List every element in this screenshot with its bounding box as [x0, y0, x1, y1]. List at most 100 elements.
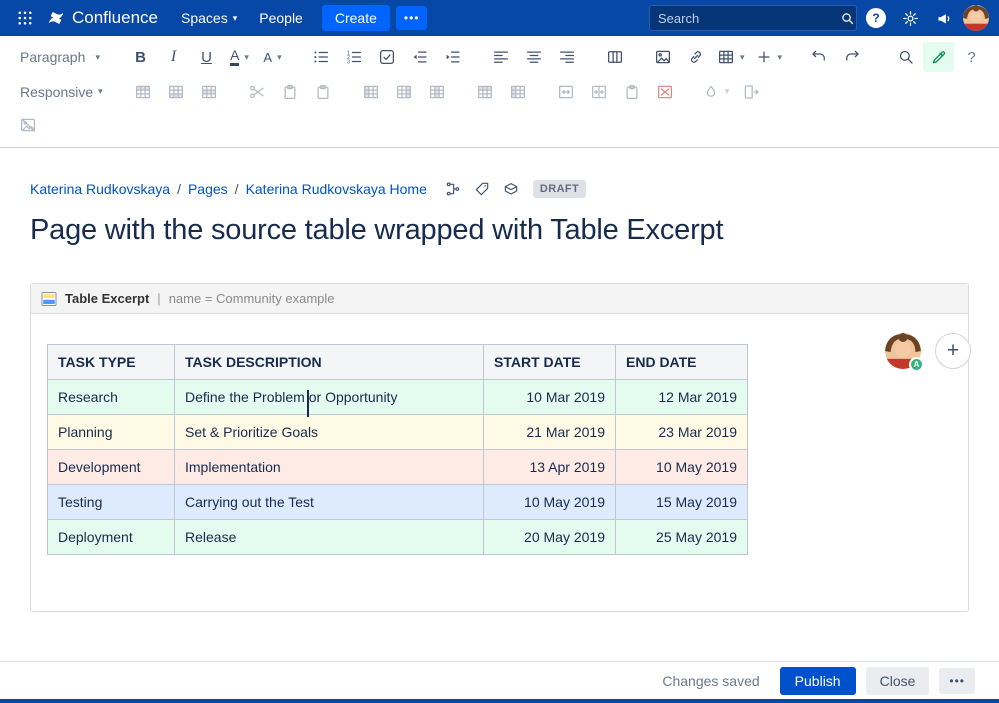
table-excerpt-macro[interactable]: Table Excerpt | name = Community example…: [30, 283, 969, 612]
table-cell[interactable]: 25 May 2019: [616, 520, 748, 555]
more-formatting-icon: A: [263, 51, 272, 64]
table-cell[interactable]: 23 Mar 2019: [616, 415, 748, 450]
align-center-button[interactable]: [518, 42, 549, 72]
app-switcher-button[interactable]: [10, 4, 40, 32]
table-cell[interactable]: 10 May 2019: [616, 450, 748, 485]
table-toolbar: Responsive▾▾: [12, 75, 987, 108]
chevron-down-icon: ▾: [277, 53, 282, 62]
search-input[interactable]: [658, 11, 834, 26]
user-avatar[interactable]: [963, 5, 989, 31]
table-cell[interactable]: 20 May 2019: [484, 520, 616, 555]
column-header[interactable]: START DATE: [484, 345, 616, 380]
help-icon: ?: [866, 8, 886, 28]
search-box[interactable]: [649, 5, 857, 31]
bold-button[interactable]: B: [125, 42, 156, 72]
breadcrumb-space[interactable]: Katerina Rudkovskaya: [30, 181, 170, 197]
task-list-button[interactable]: [371, 42, 402, 72]
more-formatting-button[interactable]: A▾: [257, 42, 288, 72]
breadcrumb-separator: /: [235, 181, 239, 197]
numbered-list-icon: 123: [345, 48, 363, 66]
table-cell[interactable]: 12 Mar 2019: [616, 380, 748, 415]
redo-button[interactable]: [836, 42, 867, 72]
table-cell[interactable]: Research: [48, 380, 175, 415]
insert-files-button[interactable]: [647, 42, 678, 72]
numbered-list-button[interactable]: 123: [338, 42, 369, 72]
table-cell[interactable]: Set & Prioritize Goals: [175, 415, 484, 450]
cut-row-button: [242, 77, 273, 107]
settings-button[interactable]: [895, 4, 925, 32]
insert-link-button[interactable]: [680, 42, 711, 72]
page-layout-button[interactable]: [599, 42, 630, 72]
create-button[interactable]: Create: [322, 5, 390, 31]
table-cell[interactable]: Carrying out the Test: [175, 485, 484, 520]
editor-assist-button[interactable]: [923, 42, 954, 72]
align-right-button[interactable]: [551, 42, 582, 72]
undo-button[interactable]: [803, 42, 834, 72]
macro-body: TASK TYPETASK DESCRIPTIONSTART DATEEND D…: [31, 314, 968, 611]
footer-more-button[interactable]: •••: [939, 668, 975, 694]
breadcrumb-pages[interactable]: Pages: [188, 181, 228, 197]
table-cell[interactable]: Release: [175, 520, 484, 555]
table-row: PlanningSet & Prioritize Goals21 Mar 201…: [48, 415, 748, 450]
macro-table-icon: [41, 291, 57, 307]
page-title[interactable]: Page with the source table wrapped with …: [30, 214, 969, 247]
close-button[interactable]: Close: [866, 667, 930, 695]
undo-icon: [810, 48, 828, 66]
nav-spaces[interactable]: Spaces ▾: [172, 5, 246, 31]
insert-link-icon: [687, 48, 705, 66]
table-row: DevelopmentImplementation13 Apr 201910 M…: [48, 450, 748, 485]
column-header[interactable]: TASK TYPE: [48, 345, 175, 380]
table-cell[interactable]: 15 May 2019: [616, 485, 748, 520]
breadcrumb-home[interactable]: Katerina Rudkovskaya Home: [246, 181, 427, 197]
column-header[interactable]: END DATE: [616, 345, 748, 380]
breadcrumb-separator: /: [177, 181, 181, 197]
insert-table-button[interactable]: ▾: [713, 42, 749, 72]
macro-header[interactable]: Table Excerpt | name = Community example: [31, 284, 968, 314]
help-button[interactable]: ?: [861, 4, 891, 32]
image-properties-icon: [19, 116, 37, 134]
table-display-label: Responsive: [20, 84, 93, 100]
bullet-list-button[interactable]: [305, 42, 336, 72]
table-cell[interactable]: 10 Mar 2019: [484, 380, 616, 415]
table-display-dropdown[interactable]: Responsive▾: [12, 77, 111, 107]
page-tree-button[interactable]: [443, 179, 463, 199]
table-cell[interactable]: 10 May 2019: [484, 485, 616, 520]
merge-cells-icon: [557, 83, 575, 101]
text-style-dropdown[interactable]: Paragraph▾: [12, 42, 108, 72]
copy-table-button: [617, 77, 648, 107]
publish-button[interactable]: Publish: [780, 667, 856, 695]
table-cell[interactable]: Testing: [48, 485, 175, 520]
table-cell[interactable]: Deployment: [48, 520, 175, 555]
text-color-button[interactable]: A▾: [224, 42, 255, 72]
delete-row-button: [194, 77, 225, 107]
align-left-button[interactable]: [485, 42, 516, 72]
table-cell[interactable]: 13 Apr 2019: [484, 450, 616, 485]
confluence-logo[interactable]: Confluence: [44, 8, 168, 28]
underline-button[interactable]: U: [191, 42, 222, 72]
outdent-button[interactable]: [404, 42, 435, 72]
table-cell[interactable]: 21 Mar 2019: [484, 415, 616, 450]
editor-help-button[interactable]: ?: [956, 42, 987, 72]
table-row: TestingCarrying out the Test10 May 20191…: [48, 485, 748, 520]
insert-more-icon: [755, 48, 773, 66]
italic-button[interactable]: I: [158, 42, 189, 72]
column-header[interactable]: TASK DESCRIPTION: [175, 345, 484, 380]
invite-editor-button[interactable]: +: [935, 333, 971, 369]
table-cell[interactable]: Implementation: [175, 450, 484, 485]
nav-people[interactable]: People: [250, 5, 312, 31]
nav-more-button[interactable]: •••: [396, 6, 428, 30]
text-color-icon: A: [230, 48, 239, 66]
restrictions-button[interactable]: [501, 179, 521, 199]
image-properties-button: [12, 110, 43, 140]
find-replace-button[interactable]: [890, 42, 921, 72]
labels-icon: [474, 181, 490, 197]
labels-button[interactable]: [472, 179, 492, 199]
table-cell[interactable]: Define the Problem or Opportunity: [175, 380, 484, 415]
delete-row-icon: [200, 83, 218, 101]
table-cell[interactable]: Development: [48, 450, 175, 485]
insert-more-button[interactable]: ▾: [751, 42, 787, 72]
table-cell[interactable]: Planning: [48, 415, 175, 450]
indent-button[interactable]: [437, 42, 468, 72]
feedback-button[interactable]: [929, 4, 959, 32]
editing-user-avatar[interactable]: A: [885, 333, 921, 369]
